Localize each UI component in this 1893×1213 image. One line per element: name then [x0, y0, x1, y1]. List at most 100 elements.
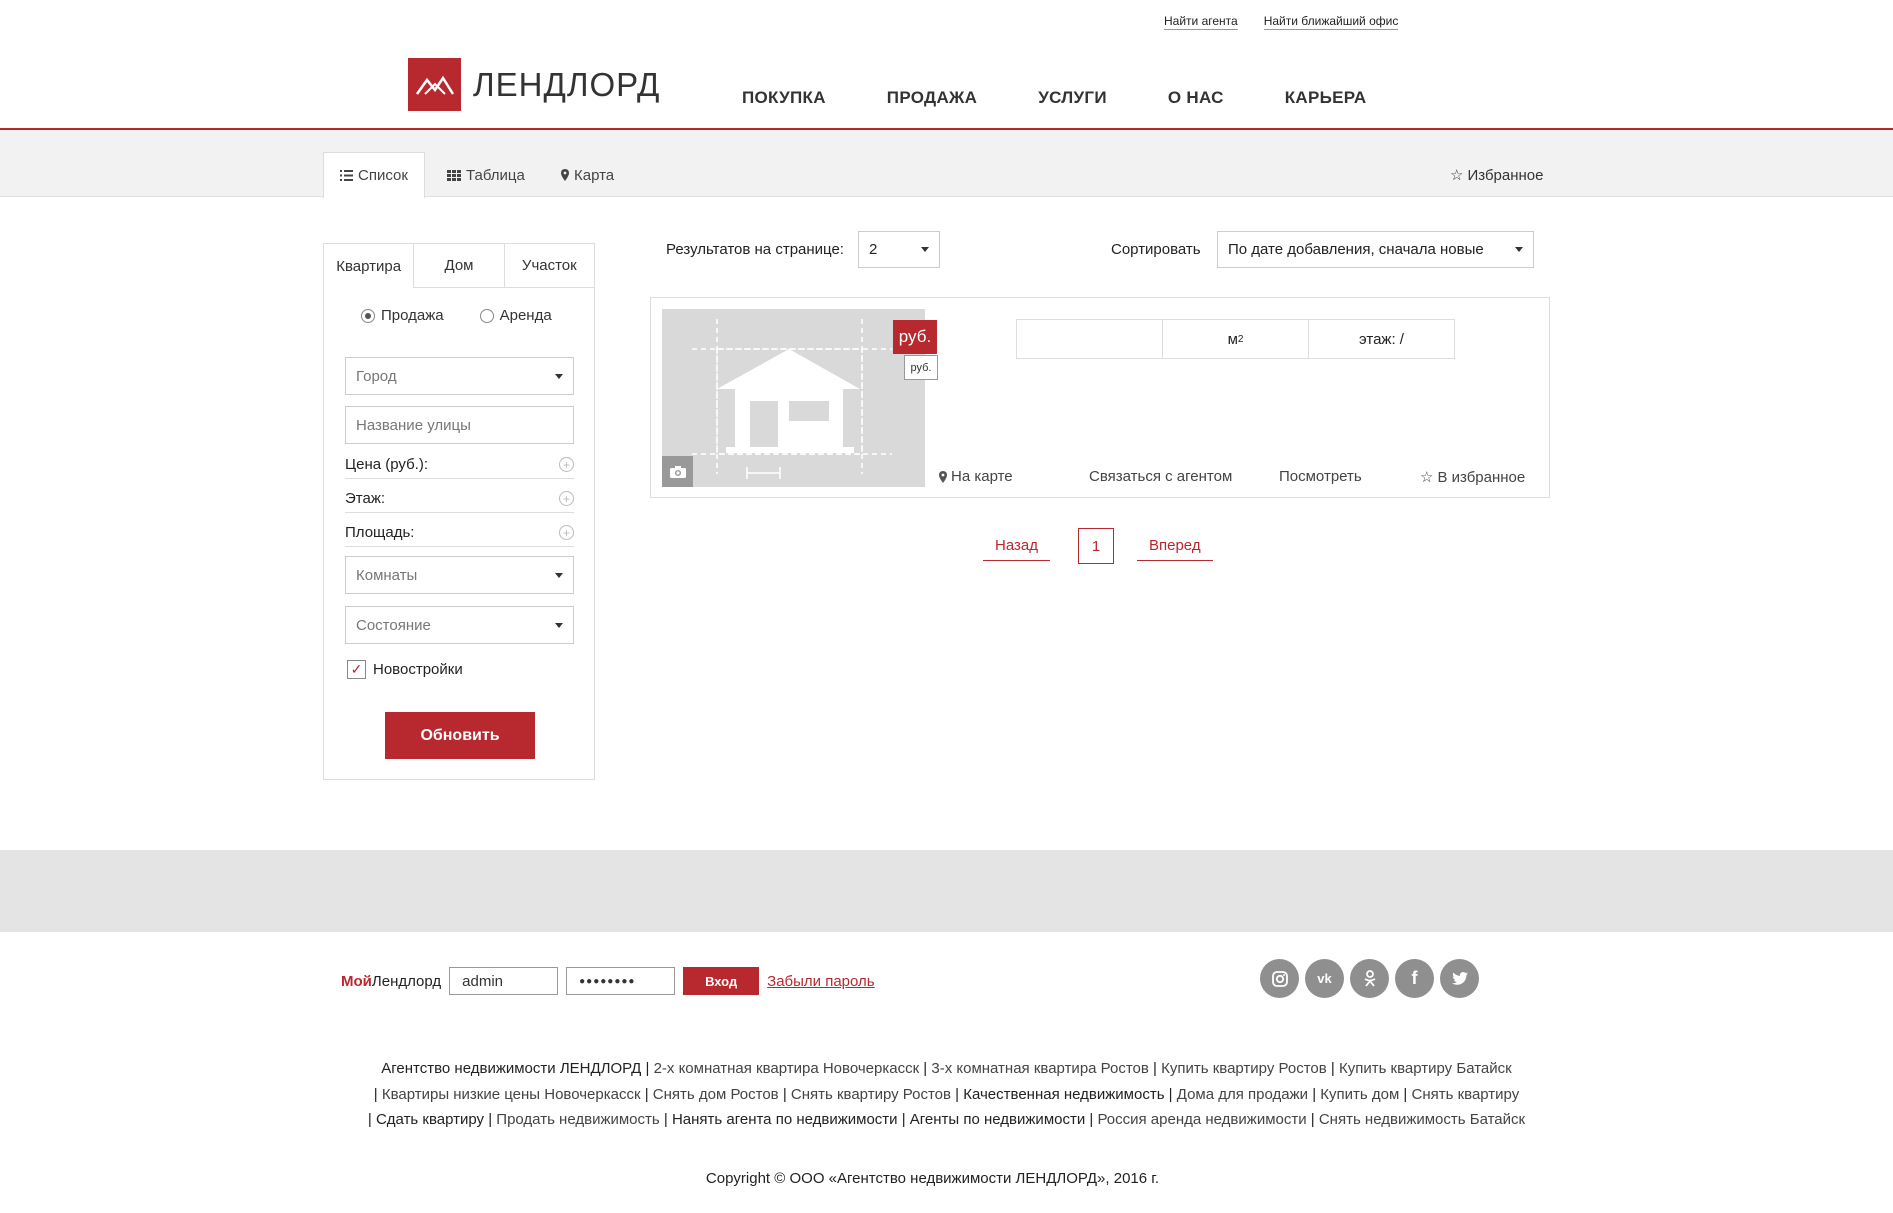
expand-plus-icon[interactable]: + [559, 457, 574, 472]
seo-link[interactable]: 2-х комнатная квартира Новочеркасск [654, 1060, 920, 1077]
nav-sell[interactable]: ПРОДАЖА [887, 88, 977, 108]
nav-services[interactable]: УСЛУГИ [1038, 88, 1107, 108]
radio-sale[interactable]: Продажа [361, 307, 444, 324]
price-label: Цена (руб.): [345, 456, 428, 473]
seo-link[interactable]: Купить квартиру Батайск [1339, 1060, 1512, 1077]
logo-roof-icon [408, 58, 461, 111]
seo-link[interactable]: Сдать квартиру [376, 1111, 484, 1128]
find-agent-link[interactable]: Найти агента [1164, 14, 1238, 30]
logo[interactable]: ЛЕНДЛОРД [408, 58, 660, 111]
nav-career[interactable]: КАРЬЕРА [1285, 88, 1367, 108]
tab-map-label: Карта [574, 166, 615, 184]
area-range-row[interactable]: Площадь: + [345, 519, 574, 547]
instagram-icon[interactable] [1260, 959, 1299, 998]
username-input[interactable]: admin [449, 967, 559, 995]
view-tabs-bar [0, 130, 1893, 197]
area-unit-sup: 2 [1237, 333, 1244, 345]
radio-rent-label: Аренда [499, 307, 552, 324]
forgot-password-link[interactable]: Забыли пароль [767, 973, 874, 990]
nav-about[interactable]: О НАС [1168, 88, 1224, 108]
view-listing-link[interactable]: Посмотреть [1279, 468, 1362, 485]
area-label: Площадь: [345, 524, 415, 541]
star-icon: ☆ [1450, 167, 1464, 184]
new-buildings-label: Новостройки [373, 661, 463, 678]
filter-panel: Квартира Дом Участок Продажа Аренда Горо… [323, 243, 595, 780]
seo-link[interactable]: 3-х комнатная квартира Ростов [931, 1060, 1149, 1077]
expand-plus-icon[interactable]: + [559, 525, 574, 540]
seo-link[interactable]: Снять недвижимость Батайск [1319, 1111, 1525, 1128]
main-nav: ПОКУПКА ПРОДАЖА УСЛУГИ О НАС КАРЬЕРА [742, 88, 1367, 108]
on-map-link[interactable]: На карте [939, 468, 1013, 485]
favorites-link[interactable]: ☆ Избранное [1450, 166, 1543, 185]
copyright: Copyright © ООО «Агентство недвижимости … [705, 1170, 1160, 1187]
seo-link[interactable]: Купить дом [1320, 1086, 1399, 1103]
seo-link[interactable]: Продать недвижимость [496, 1111, 659, 1128]
tab-house[interactable]: Дом [413, 244, 504, 288]
tab-table[interactable]: Таблица [447, 152, 525, 198]
floor-range-row[interactable]: Этаж: + [345, 485, 574, 513]
radio-rent[interactable]: Аренда [479, 307, 552, 324]
password-input[interactable]: ●●●●●●●● [566, 967, 676, 995]
seo-line-3: | Сдать квартиру | Продать недвижимость … [367, 1111, 1526, 1128]
street-input[interactable]: Название улицы [345, 406, 574, 444]
seo-link[interactable]: Квартиры низкие цены Новочеркасск [382, 1086, 641, 1103]
contact-agent-link[interactable]: Связаться с агентом [1089, 468, 1232, 485]
footer-band [0, 850, 1893, 932]
logo-text: ЛЕНДЛОРД [473, 65, 661, 103]
utility-links: Найти агента Найти ближайший офис [1164, 14, 1399, 30]
odnoklassniki-icon[interactable] [1350, 959, 1389, 998]
seo-link[interactable]: Снять квартиру Ростов [791, 1086, 951, 1103]
grid-icon [447, 169, 461, 181]
seo-link[interactable]: Снять дом Ростов [653, 1086, 779, 1103]
brand-black: Лендлорд [371, 972, 442, 990]
spec-area: м2 [1162, 320, 1308, 358]
login-form: МойЛендлорд admin ●●●●●●●● Вход Забыли п… [341, 967, 875, 995]
tab-plot[interactable]: Участок [503, 244, 594, 288]
seo-link[interactable]: Качественная недвижимость [963, 1086, 1164, 1103]
listing-specs: м2 этаж: / [1016, 319, 1455, 359]
facebook-icon[interactable]: f [1395, 959, 1434, 998]
tab-list[interactable]: Список [323, 152, 425, 198]
city-select[interactable]: Город [345, 357, 574, 395]
price-sub-tag: руб. [904, 355, 938, 380]
pagination-page-1[interactable]: 1 [1078, 528, 1114, 564]
seo-link[interactable]: Россия аренда недвижимости [1097, 1111, 1306, 1128]
chevron-down-icon [921, 247, 929, 252]
rooms-select[interactable]: Комнаты [345, 556, 574, 594]
my-landlord-label: МойЛендлорд [341, 973, 441, 990]
seo-link[interactable]: Купить квартиру Ростов [1161, 1060, 1327, 1077]
sort-select[interactable]: По дате добавления, сначала новые [1217, 231, 1534, 268]
condition-select-value: Состояние [356, 616, 431, 634]
seo-link[interactable]: Дома для продажи [1177, 1086, 1308, 1103]
seo-link[interactable]: Агенты по недвижимости [910, 1111, 1085, 1128]
tab-table-label: Таблица [466, 166, 525, 184]
tab-map[interactable]: Карта [561, 152, 614, 198]
pagination-prev[interactable]: Назад [983, 528, 1050, 561]
chevron-down-icon [1515, 247, 1523, 252]
tab-list-label: Список [358, 167, 408, 184]
social-links: vk f [1260, 959, 1479, 998]
map-pin-icon [561, 169, 569, 181]
seo-link[interactable]: Агентство недвижимости ЛЕНДЛОРД [381, 1060, 641, 1077]
pagination-next[interactable]: Вперед [1137, 528, 1213, 561]
per-page-select[interactable]: 2 [858, 231, 940, 268]
vk-icon[interactable]: vk [1305, 959, 1344, 998]
twitter-icon[interactable] [1440, 959, 1479, 998]
new-buildings-checkbox[interactable]: ✓ Новостройки [347, 660, 463, 679]
camera-icon[interactable] [662, 456, 693, 487]
nav-buy[interactable]: ПОКУПКА [742, 88, 826, 108]
price-range-row[interactable]: Цена (руб.): + [345, 451, 574, 479]
find-office-link[interactable]: Найти ближайший офис [1263, 14, 1399, 30]
expand-plus-icon[interactable]: + [559, 491, 574, 506]
login-button[interactable]: Вход [683, 967, 760, 995]
condition-select[interactable]: Состояние [345, 606, 574, 644]
sort-label: Сортировать [1111, 241, 1201, 258]
seo-link[interactable]: Снять квартиру [1412, 1086, 1520, 1103]
seo-link[interactable]: Нанять агента по недвижимости [672, 1111, 898, 1128]
seo-line-1: Агентство недвижимости ЛЕНДЛОРД | 2-х ко… [381, 1060, 1512, 1077]
listing-card: руб. руб. м2 этаж: / На карте Связаться … [650, 297, 1550, 498]
add-to-favorites-link[interactable]: ☆ В избранное [1420, 468, 1525, 487]
tab-apartment[interactable]: Квартира [324, 244, 413, 288]
listing-photo-placeholder[interactable] [662, 309, 925, 487]
update-button[interactable]: Обновить [385, 712, 535, 759]
